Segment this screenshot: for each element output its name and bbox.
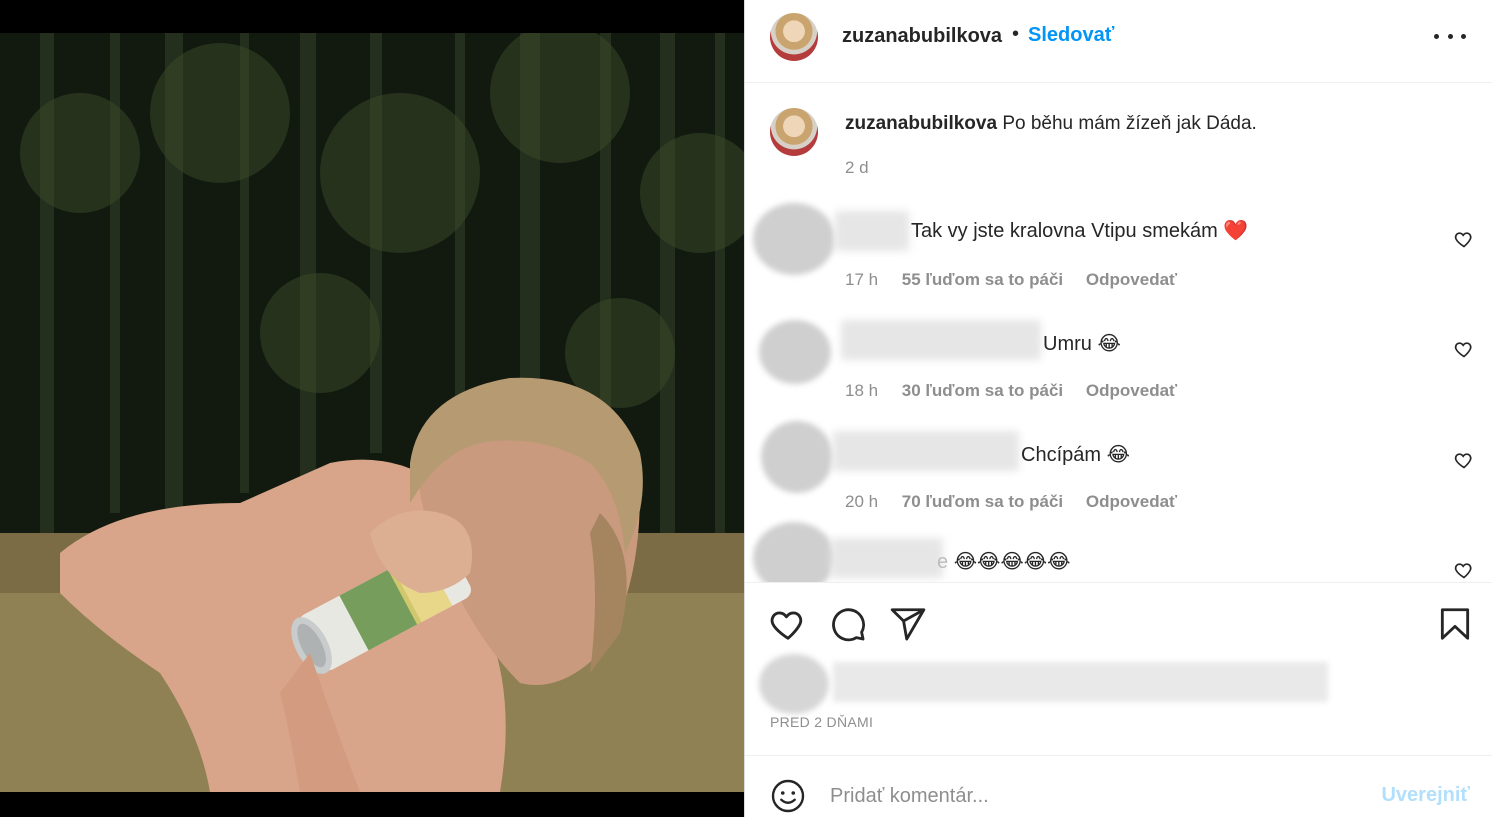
- bookmark-icon[interactable]: [1436, 605, 1474, 643]
- caption-text-row: zuzanabubilkova Po běhu mám žízeň jak Dá…: [845, 113, 1257, 135]
- comment-reply-button[interactable]: Odpovedať: [1086, 270, 1177, 289]
- comment-text-row: e 😂😂😂😂😂: [937, 549, 1071, 574]
- comment-item: Tak vy jste kralovna Vtipu smekám ❤️ 17 …: [745, 199, 1492, 309]
- comment-meta: 18 h 30 ľuďom sa to páči Odpovedať: [845, 381, 1177, 401]
- add-comment-bar: Uverejniť: [745, 755, 1492, 817]
- comment-likes[interactable]: 55 ľuďom sa to páči: [902, 270, 1063, 289]
- comment-item: Chcípám 😂 20 h 70 ľuďom sa to páči Odpov…: [745, 421, 1492, 531]
- more-options-icon[interactable]: [1434, 24, 1466, 48]
- commenter-name-blurred[interactable]: [831, 538, 943, 578]
- commenter-name-blurred[interactable]: [835, 211, 909, 251]
- comment-like-heart-icon[interactable]: [1454, 229, 1474, 249]
- caption-text: Po běhu mám žízeň jak Dáda.: [1002, 113, 1257, 134]
- comment-item: e 😂😂😂😂😂: [745, 518, 1492, 582]
- heart-icon[interactable]: [769, 605, 807, 643]
- commenter-name-blurred[interactable]: [833, 431, 1019, 471]
- comment-reply-button[interactable]: Odpovedať: [1086, 492, 1177, 511]
- comments-list[interactable]: zuzanabubilkova Po běhu mám žízeň jak Dá…: [745, 84, 1492, 582]
- comment-time[interactable]: 18 h: [845, 381, 897, 401]
- comment-like-heart-icon[interactable]: [1454, 450, 1474, 470]
- caption-time[interactable]: 2 d: [845, 158, 869, 178]
- comment-text: e: [937, 551, 949, 573]
- commenter-avatar-blurred[interactable]: [759, 320, 831, 384]
- comment-likes[interactable]: 30 ľuďom sa to páči: [902, 381, 1063, 400]
- comment-text-row: Chcípám 😂: [1021, 442, 1130, 467]
- commenter-name-blurred[interactable]: [841, 320, 1041, 360]
- smile-icon[interactable]: [770, 778, 806, 814]
- liked-by-text-blurred[interactable]: [833, 662, 1328, 702]
- comment-item: Umru 😂 18 h 30 ľuďom sa to páči Odpoveda…: [745, 310, 1492, 420]
- comment-meta: 17 h 55 ľuďom sa to páči Odpovedať: [845, 270, 1177, 290]
- comment-text-row: Umru 😂: [1043, 331, 1121, 356]
- author-avatar[interactable]: [770, 13, 818, 61]
- comment-text: Tak vy jste kralovna Vtipu smekám: [911, 220, 1218, 242]
- comment-emoji: 😂: [1097, 331, 1121, 355]
- caption-username[interactable]: zuzanabubilkova: [845, 113, 997, 134]
- comment-input[interactable]: [830, 778, 1350, 814]
- post-photo[interactable]: [0, 33, 744, 792]
- comment-like-heart-icon[interactable]: [1454, 339, 1474, 359]
- comment-text: Chcípám: [1021, 444, 1102, 466]
- commenter-avatar-blurred[interactable]: [753, 203, 835, 275]
- author-username[interactable]: zuzanabubilkova: [842, 25, 1002, 48]
- commenter-avatar-blurred[interactable]: [753, 522, 835, 582]
- comment-reply-button[interactable]: Odpovedať: [1086, 381, 1177, 400]
- caption-avatar[interactable]: [770, 108, 818, 156]
- comment-time[interactable]: 17 h: [845, 270, 897, 290]
- post-date[interactable]: PRED 2 DŇAMI: [770, 714, 873, 730]
- comment-emoji: ❤️: [1223, 218, 1249, 242]
- liked-by-row: [745, 650, 1492, 714]
- comment-emoji: 😂😂😂😂😂: [953, 549, 1071, 573]
- header-separator: •: [1012, 23, 1020, 45]
- follow-button[interactable]: Sledovať: [1028, 24, 1114, 47]
- comment-meta: 20 h 70 ľuďom sa to páči Odpovedať: [845, 492, 1177, 512]
- commenter-avatar-blurred[interactable]: [761, 421, 833, 493]
- comment-icon[interactable]: [829, 605, 867, 643]
- liker-avatar-blurred[interactable]: [759, 654, 829, 714]
- post-header: zuzanabubilkova • Sledovať: [745, 0, 1492, 83]
- comment-text: Umru: [1043, 333, 1092, 355]
- post-side-panel: zuzanabubilkova • Sledovať zuzanabubilko…: [744, 0, 1492, 817]
- forest-background: [0, 33, 744, 792]
- comment-like-heart-icon[interactable]: [1454, 560, 1474, 580]
- comment-time[interactable]: 20 h: [845, 492, 897, 512]
- comment-text-row: Tak vy jste kralovna Vtipu smekám ❤️: [911, 218, 1248, 243]
- comment-emoji: 😂: [1106, 442, 1130, 466]
- share-icon[interactable]: [889, 605, 927, 643]
- comment-likes[interactable]: 70 ľuďom sa to páči: [902, 492, 1063, 511]
- post-comment-button[interactable]: Uverejniť: [1381, 784, 1470, 807]
- post-media: [0, 0, 744, 817]
